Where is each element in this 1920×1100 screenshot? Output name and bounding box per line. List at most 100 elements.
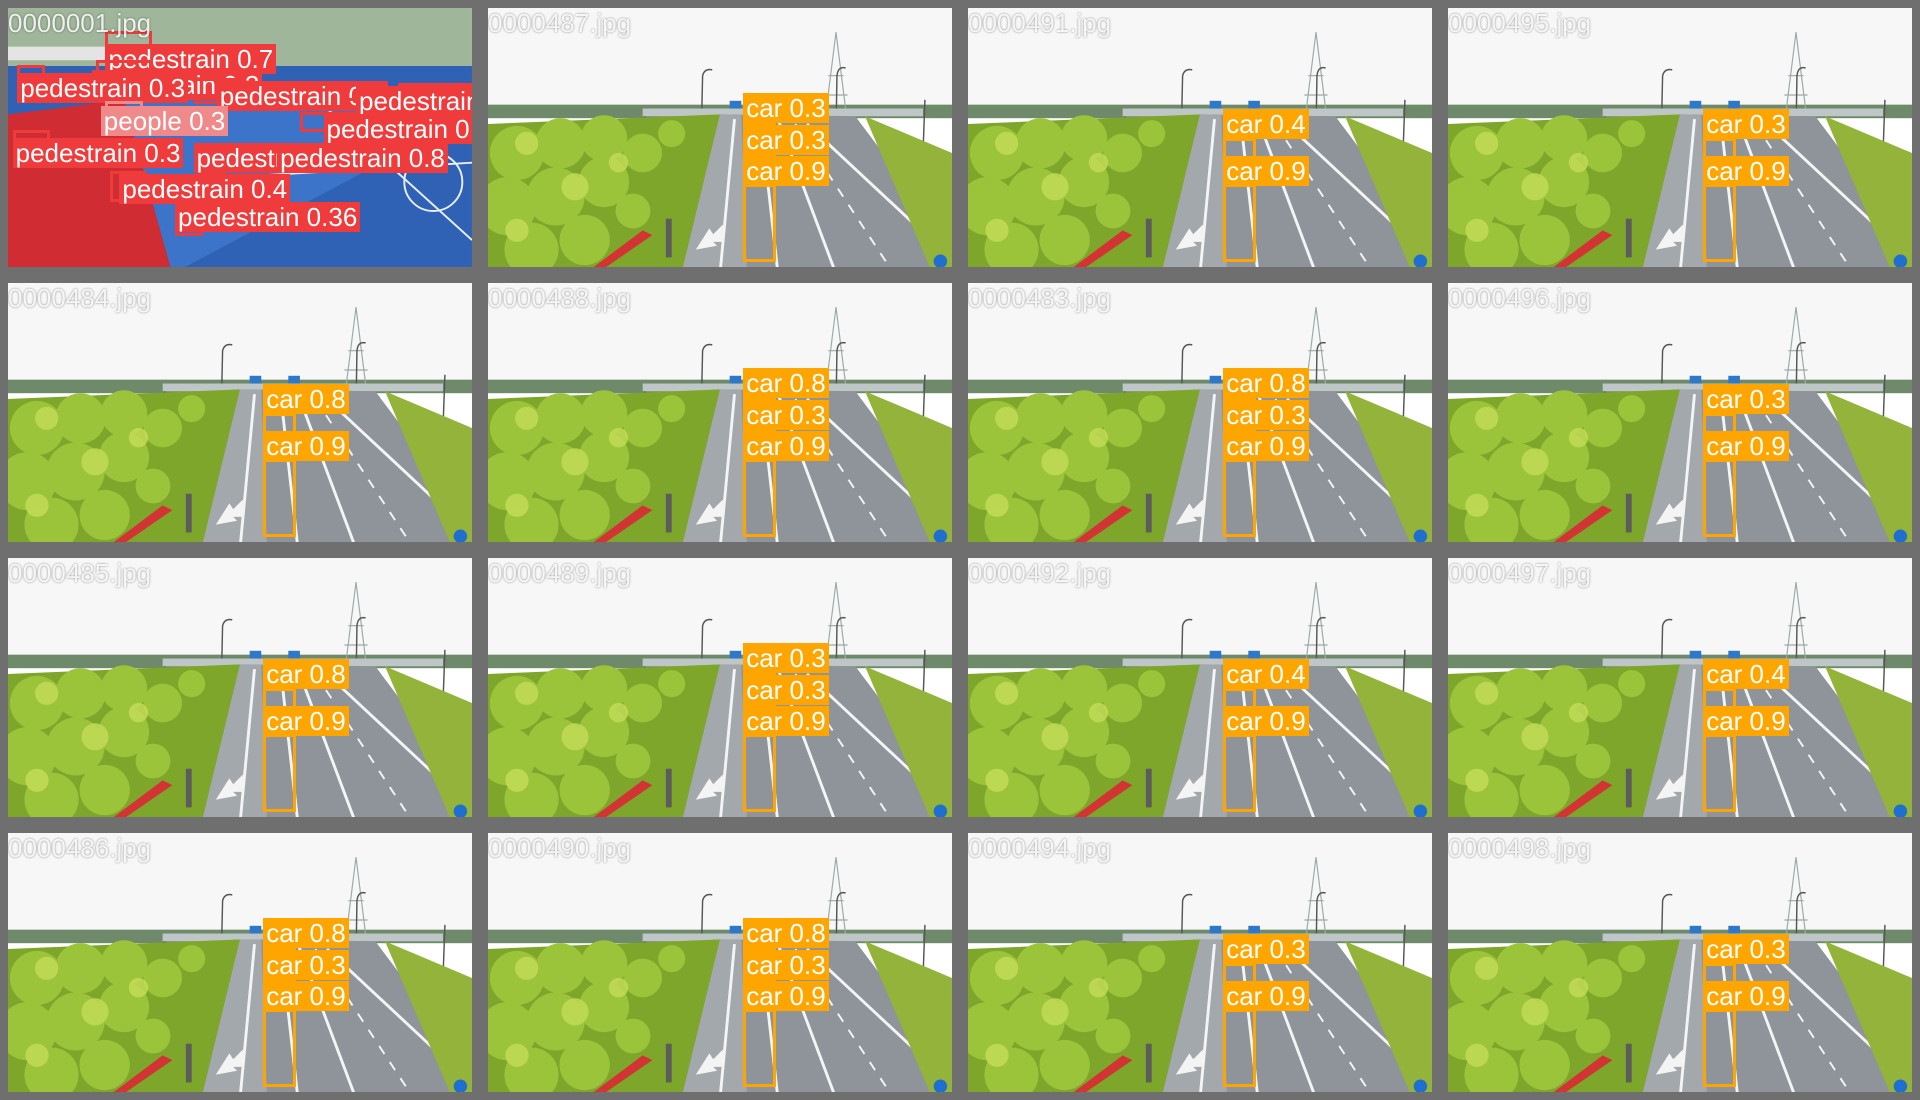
detection-box bbox=[263, 459, 296, 537]
detection-label: car 0.8 bbox=[263, 384, 349, 414]
detection-label: pedestrain 0.3 bbox=[17, 72, 189, 103]
prediction-tile: car 0.3 car 0.3 car 0.9 0000487.jpg bbox=[480, 0, 960, 275]
detection-label: car 0.9 bbox=[263, 980, 349, 1011]
tile-filename: 0000492.jpg bbox=[968, 558, 1112, 588]
tile-filename: 0000489.jpg bbox=[488, 558, 632, 588]
prediction-tile: car 0.3 car 0.9 0000498.jpg bbox=[1440, 825, 1920, 1100]
detection-label: car 0.3 bbox=[263, 949, 349, 980]
road-scene-image bbox=[8, 283, 472, 542]
prediction-tile: car 0.8 car 0.3 car 0.9 0000486.jpg bbox=[0, 825, 480, 1100]
detection-label: car 0.9 bbox=[263, 430, 349, 461]
prediction-tile: pedestrain 0.7 pedestrain 0.3 pedestrain 0… bbox=[0, 0, 480, 275]
detection-label: car 0.3 bbox=[1223, 934, 1309, 964]
prediction-tile: car 0.3 car 0.3 car 0.9 0000489.jpg bbox=[480, 550, 960, 825]
prediction-tile: car 0.8 car 0.3 car 0.9 0000488.jpg bbox=[480, 275, 960, 550]
detection-label: car 0.4 bbox=[1223, 659, 1309, 689]
detection-label: pedestrain 0.36 bbox=[175, 202, 361, 233]
detection-label: car 0.8 bbox=[1223, 368, 1309, 399]
road-scene-image bbox=[1448, 558, 1912, 817]
road-scene-image bbox=[8, 833, 472, 1092]
prediction-tile: car 0.8 car 0.3 car 0.9 0000483.jpg bbox=[960, 275, 1440, 550]
detection-label: car 0.9 bbox=[743, 155, 829, 186]
prediction-tile: car 0.3 car 0.9 0000496.jpg bbox=[1440, 275, 1920, 550]
tile-filename: 0000001.jpg bbox=[8, 8, 152, 38]
road-scene-image bbox=[968, 8, 1432, 267]
detection-label: car 0.4 bbox=[1703, 659, 1789, 689]
tile-filename: 0000495.jpg bbox=[1448, 8, 1592, 38]
detection-label: car 0.3 bbox=[743, 674, 829, 705]
prediction-tile: car 0.8 car 0.3 car 0.9 0000490.jpg bbox=[480, 825, 960, 1100]
detection-label: car 0.9 bbox=[1703, 705, 1789, 736]
detection-label: car 0.9 bbox=[1223, 980, 1309, 1011]
detection-box bbox=[743, 1009, 776, 1087]
detection-box bbox=[1223, 734, 1256, 812]
detection-label: car 0.9 bbox=[1223, 705, 1309, 736]
detection-label: car 0.3 bbox=[1703, 934, 1789, 964]
detection-label: car 0.9 bbox=[1223, 155, 1309, 186]
detection-label: car 0.9 bbox=[1703, 980, 1789, 1011]
tile-filename: 0000494.jpg bbox=[968, 833, 1112, 863]
detection-label: car 0.9 bbox=[263, 705, 349, 736]
detection-label: pedestrain 0.3 bbox=[356, 85, 472, 116]
road-scene-image bbox=[488, 8, 952, 267]
detection-label: pedestrain 0.8 bbox=[323, 114, 472, 145]
road-scene-image bbox=[8, 558, 472, 817]
tile-filename: 0000491.jpg bbox=[968, 8, 1112, 38]
detection-label: car 0.9 bbox=[1703, 155, 1789, 186]
detection-box bbox=[1223, 459, 1256, 537]
tile-filename: 0000487.jpg bbox=[488, 8, 632, 38]
detection-box bbox=[1223, 184, 1256, 262]
detection-label: car 0.8 bbox=[743, 918, 829, 949]
detection-label: car 0.3 bbox=[743, 93, 829, 124]
road-scene-image bbox=[488, 558, 952, 817]
detection-label: car 0.3 bbox=[743, 124, 829, 155]
road-scene-image bbox=[1448, 833, 1912, 1092]
prediction-tile: car 0.3 car 0.9 0000495.jpg bbox=[1440, 0, 1920, 275]
tile-filename: 0000497.jpg bbox=[1448, 558, 1592, 588]
prediction-tile: car 0.3 car 0.9 0000494.jpg bbox=[960, 825, 1440, 1100]
detection-label: pedestrain 0.8 bbox=[277, 142, 448, 173]
detection-label: car 0.9 bbox=[1223, 430, 1309, 461]
detection-label: car 0.3 bbox=[743, 399, 829, 430]
detection-label: car 0.9 bbox=[743, 430, 829, 461]
tile-filename: 0000498.jpg bbox=[1448, 833, 1592, 863]
detection-label: people 0.3 bbox=[100, 106, 229, 137]
road-scene-image bbox=[1448, 283, 1912, 542]
detection-box bbox=[1703, 184, 1736, 262]
tile-filename: 0000486.jpg bbox=[8, 833, 152, 863]
detection-label: car 0.9 bbox=[743, 705, 829, 736]
detection-label: car 0.3 bbox=[1703, 109, 1789, 139]
prediction-tile: car 0.4 car 0.9 0000492.jpg bbox=[960, 550, 1440, 825]
detection-label: pedestrain 0.4 bbox=[119, 173, 291, 204]
prediction-grid: pedestrain 0.7 pedestrain 0.3 pedestrain 0… bbox=[0, 0, 1920, 1100]
prediction-tile: car 0.4 car 0.9 0000491.jpg bbox=[960, 0, 1440, 275]
tile-filename: 0000483.jpg bbox=[968, 283, 1112, 313]
tile-filename: 0000490.jpg bbox=[488, 833, 632, 863]
prediction-tile: car 0.4 car 0.9 0000497.jpg bbox=[1440, 550, 1920, 825]
tile-filename: 0000484.jpg bbox=[8, 283, 152, 313]
detection-box bbox=[743, 734, 776, 812]
road-scene-image bbox=[488, 283, 952, 542]
road-scene-image bbox=[968, 833, 1432, 1092]
detection-label: pedestrain 0.3 bbox=[12, 137, 184, 168]
tile-filename: 0000488.jpg bbox=[488, 283, 632, 313]
road-scene-image bbox=[1448, 8, 1912, 267]
detection-label: car 0.8 bbox=[743, 368, 829, 399]
detection-label: car 0.3 bbox=[1703, 384, 1789, 414]
detection-label: car 0.8 bbox=[263, 918, 349, 949]
tile-filename: 0000485.jpg bbox=[8, 558, 152, 588]
detection-box bbox=[743, 459, 776, 537]
detection-label: car 0.9 bbox=[743, 980, 829, 1011]
road-scene-image bbox=[968, 558, 1432, 817]
tile-filename: 0000496.jpg bbox=[1448, 283, 1592, 313]
detection-box bbox=[1703, 734, 1736, 812]
detection-label: car 0.3 bbox=[1223, 399, 1309, 430]
road-scene-image bbox=[968, 283, 1432, 542]
detection-box bbox=[1223, 1009, 1256, 1087]
detection-label: car 0.8 bbox=[263, 659, 349, 689]
detection-label: car 0.3 bbox=[743, 643, 829, 674]
detection-box bbox=[263, 1009, 296, 1087]
detection-label: car 0.9 bbox=[1703, 430, 1789, 461]
road-scene-image bbox=[488, 833, 952, 1092]
detection-box bbox=[263, 734, 296, 812]
